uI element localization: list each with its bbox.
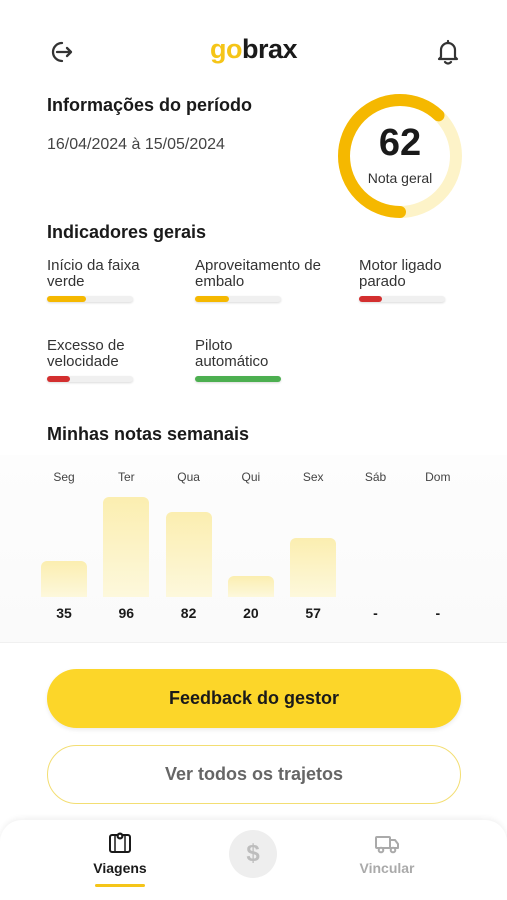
- weekly-value-label: -: [373, 605, 378, 621]
- indicator-track: [359, 296, 445, 302]
- indicator-label: Aproveitamento de embalo: [195, 257, 321, 290]
- logo-go: go: [210, 34, 243, 64]
- nav-item-trips[interactable]: Viagens: [75, 830, 165, 890]
- indicator-track: [47, 376, 133, 382]
- notifications-button[interactable]: [432, 36, 464, 68]
- indicator-label: Motor ligado parado: [359, 257, 442, 290]
- indicator-label: Excesso de velocidade: [47, 337, 125, 370]
- indicators-title: Indicadores gerais: [47, 222, 207, 242]
- weekly-value-label: 82: [180, 605, 197, 621]
- indicator-coasting: Aproveitamento de embalo: [195, 257, 325, 302]
- nav-center-button[interactable]: $: [229, 830, 277, 878]
- weekly-value-label: 20: [243, 605, 259, 621]
- weekly-value-label: 35: [56, 605, 72, 621]
- day-label: Sáb: [364, 470, 387, 484]
- weekly-chart: Seg 35 Ter 96 Qua 82 Qui 20 Sex 57 Sáb - Dom -: [0, 455, 507, 643]
- indicator-fill: [195, 296, 230, 302]
- day-label: Qua: [177, 470, 200, 484]
- indicator-fill: [47, 376, 71, 382]
- indicator-idle-engine: Motor ligado parado: [359, 257, 469, 302]
- nav-label-link: Vincular: [359, 860, 415, 876]
- weekly-bar: [227, 576, 274, 597]
- day-label: Ter: [117, 470, 135, 484]
- weekly-bar: [103, 497, 150, 597]
- indicator-fill: [47, 296, 86, 302]
- weekly-bar: [41, 560, 87, 597]
- weekly-value-label: 57: [305, 605, 321, 621]
- nav-active-indicator: [95, 884, 145, 887]
- indicator-fill: [195, 376, 281, 382]
- indicator-green-band: Início da faixa verde: [47, 257, 157, 302]
- weekly-bar: [165, 511, 212, 597]
- weekly-bar: [290, 537, 337, 597]
- logout-icon: [51, 41, 73, 63]
- period-dates: 16/04/2024 à 15/05/2024: [47, 136, 225, 153]
- day-label: Sex: [302, 470, 324, 484]
- period-title: Informações do período: [47, 95, 253, 115]
- score-value: 62: [378, 122, 422, 164]
- day-label: Qui: [241, 470, 261, 484]
- day-label: Dom: [425, 470, 451, 484]
- gobrax-logo: gobrax: [210, 34, 302, 70]
- indicator-fill: [359, 296, 383, 302]
- indicator-track: [47, 296, 133, 302]
- dollar-icon: $: [246, 840, 260, 867]
- bottom-nav: Viagens $ Vincular: [0, 820, 507, 900]
- indicator-track: [195, 296, 281, 302]
- score-gauge: 62 Nota geral: [336, 92, 464, 220]
- indicator-speeding: Excesso de velocidade: [47, 337, 157, 382]
- truck-icon: [375, 836, 399, 854]
- indicator-label: Piloto automático: [195, 337, 269, 370]
- weekly-value-label: -: [435, 605, 441, 621]
- view-all-trips-button[interactable]: Ver todos os trajetos: [47, 745, 461, 804]
- trips-map-icon: [109, 832, 131, 853]
- weekly-title: Minhas notas semanais: [47, 424, 250, 444]
- nav-item-link[interactable]: Vincular: [342, 830, 432, 890]
- indicator-label: Início da faixa verde: [47, 257, 140, 290]
- logout-button[interactable]: [44, 36, 76, 68]
- weekly-value-label: 96: [118, 605, 135, 621]
- bell-icon: [437, 39, 459, 65]
- score-label: Nota geral: [367, 170, 433, 186]
- indicator-cruise-control: Piloto automático: [195, 337, 305, 382]
- day-label: Seg: [53, 470, 75, 484]
- indicator-track: [195, 376, 281, 382]
- manager-feedback-button[interactable]: Feedback do gestor: [47, 669, 461, 728]
- app-header: gobrax: [0, 0, 507, 100]
- nav-label-trips: Viagens: [93, 860, 147, 876]
- logo-brax: brax: [242, 34, 298, 64]
